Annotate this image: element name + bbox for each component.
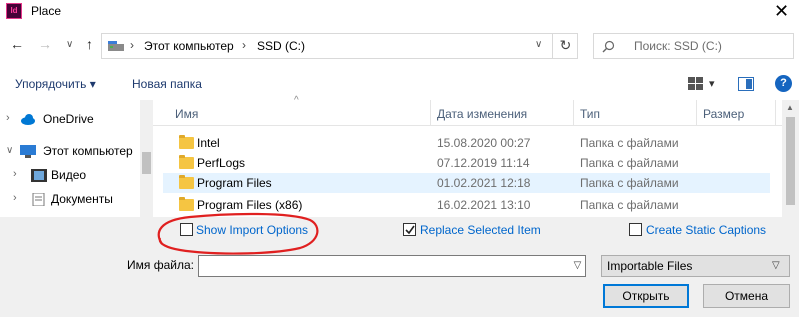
file-name: Program Files (197, 176, 272, 190)
checkmark-icon (405, 225, 415, 235)
breadcrumb-this-pc[interactable]: Этот компьютер (144, 39, 234, 53)
sidebar-item-label: Документы (51, 192, 113, 206)
open-button[interactable]: Открыть (603, 284, 689, 308)
column-divider[interactable] (696, 100, 697, 126)
breadcrumb-sep-icon: › (130, 38, 134, 52)
sidebar-scrollbar[interactable] (140, 100, 153, 217)
sort-ascending-icon: ^ (294, 95, 299, 106)
file-name: PerfLogs (197, 156, 246, 170)
red-annotation-circle (157, 212, 319, 255)
view-dropdown-icon[interactable]: ▾ (709, 77, 715, 90)
folder-icon (179, 135, 194, 149)
file-type: Папка с файлами (580, 136, 679, 150)
file-date: 16.02.2021 13:10 (437, 198, 531, 212)
address-bar[interactable]: › Этот компьютер › SSD (C:) ∨ (101, 33, 578, 59)
column-divider[interactable] (775, 100, 776, 126)
replace-selected-item-checkbox[interactable] (403, 223, 416, 236)
file-type-select[interactable]: Importable Files (601, 255, 790, 277)
file-list-scroll-thumb[interactable] (786, 117, 795, 205)
drive-icon (108, 41, 124, 51)
forward-arrow-icon[interactable]: → (38, 36, 52, 52)
file-row[interactable]: Intel 15.08.2020 00:27 Папка с файлами (163, 133, 770, 153)
sidebar-item-label: Этот компьютер (43, 144, 133, 158)
file-list-scrollbar[interactable]: ▲ (782, 100, 799, 217)
column-header-date[interactable]: Дата изменения (437, 107, 527, 121)
sidebar-item-onedrive[interactable]: › OneDrive (0, 110, 140, 130)
sidebar-item-label: Видео (51, 168, 87, 182)
file-row[interactable]: PerfLogs 07.12.2019 11:14 Папка с файлам… (163, 153, 770, 173)
file-type: Папка с файлами (580, 176, 679, 190)
indesign-app-icon: Id (6, 3, 22, 19)
help-icon[interactable]: ? (775, 75, 792, 92)
sidebar-scroll-thumb[interactable] (142, 152, 151, 174)
new-folder-button[interactable]: Новая папка (132, 77, 202, 91)
cancel-button[interactable]: Отмена (703, 284, 790, 308)
refresh-button[interactable]: ↻ (552, 33, 578, 59)
search-icon (602, 40, 615, 53)
search-placeholder: Поиск: SSD (C:) (634, 39, 722, 53)
navigation-pane: › OneDrive ∨ Этот компьютер › Видео › До… (0, 100, 153, 217)
sidebar-item-label: OneDrive (43, 112, 94, 126)
column-header-type[interactable]: Тип (580, 107, 600, 121)
file-name-dropdown-icon[interactable]: ▽ (570, 256, 585, 276)
file-name-label: Имя файла: (127, 258, 194, 272)
expand-chevron-icon[interactable]: › (13, 192, 17, 204)
video-icon (31, 169, 47, 182)
expand-chevron-icon[interactable]: › (13, 168, 17, 180)
column-header-size[interactable]: Размер (703, 107, 744, 121)
sidebar-item-documents[interactable]: › Документы (0, 190, 140, 210)
view-options-icon[interactable] (688, 77, 706, 91)
search-input[interactable]: Поиск: SSD (C:) (593, 33, 794, 59)
recent-locations-icon[interactable]: ∨ (66, 39, 73, 50)
up-folder-icon[interactable]: ↑ (86, 36, 93, 52)
folder-icon (179, 155, 194, 169)
folder-icon (179, 175, 194, 189)
scroll-up-icon[interactable]: ▲ (786, 103, 794, 112)
computer-icon (20, 145, 36, 158)
address-dropdown-icon[interactable]: ∨ (535, 39, 542, 50)
organize-dropdown-icon: ▾ (89, 77, 96, 91)
sidebar-item-video[interactable]: › Видео (0, 166, 140, 186)
create-static-captions-label[interactable]: Create Static Captions (646, 223, 766, 237)
create-static-captions-checkbox[interactable] (629, 223, 642, 236)
close-button[interactable]: ✕ (764, 0, 799, 22)
expand-chevron-icon[interactable]: › (6, 112, 10, 124)
file-type: Папка с файлами (580, 198, 679, 212)
column-header-name[interactable]: Имя (175, 107, 198, 121)
file-date: 15.08.2020 00:27 (437, 136, 531, 150)
file-name-input[interactable] (198, 255, 586, 277)
back-arrow-icon[interactable]: ← (10, 36, 24, 52)
file-date: 07.12.2019 11:14 (437, 156, 530, 170)
file-name: Intel (197, 136, 220, 150)
file-type: Папка с файлами (580, 156, 679, 170)
sidebar-item-this-pc[interactable]: ∨ Этот компьютер (0, 142, 140, 162)
file-date: 01.02.2021 12:18 (437, 176, 531, 190)
file-type-value: Importable Files (607, 259, 693, 273)
breadcrumb-ssd[interactable]: SSD (C:) (257, 39, 305, 53)
replace-selected-item-label[interactable]: Replace Selected Item (420, 223, 541, 237)
organize-button[interactable]: Упорядочить ▾ (15, 77, 96, 91)
preview-pane-icon[interactable] (738, 77, 754, 91)
column-divider[interactable] (573, 100, 574, 126)
window-title: Place (31, 4, 62, 18)
column-divider[interactable] (430, 100, 431, 126)
cloud-icon (21, 114, 35, 125)
documents-icon (32, 193, 45, 206)
title-bar: Id Place ✕ (0, 0, 799, 30)
collapse-chevron-icon[interactable]: ∨ (6, 145, 13, 156)
breadcrumb-sep-icon: › (242, 38, 246, 52)
file-type-dropdown-icon[interactable]: ▽ (772, 256, 780, 276)
command-bar (0, 70, 799, 100)
file-row[interactable]: Program Files 01.02.2021 12:18 Папка с ф… (163, 173, 770, 193)
